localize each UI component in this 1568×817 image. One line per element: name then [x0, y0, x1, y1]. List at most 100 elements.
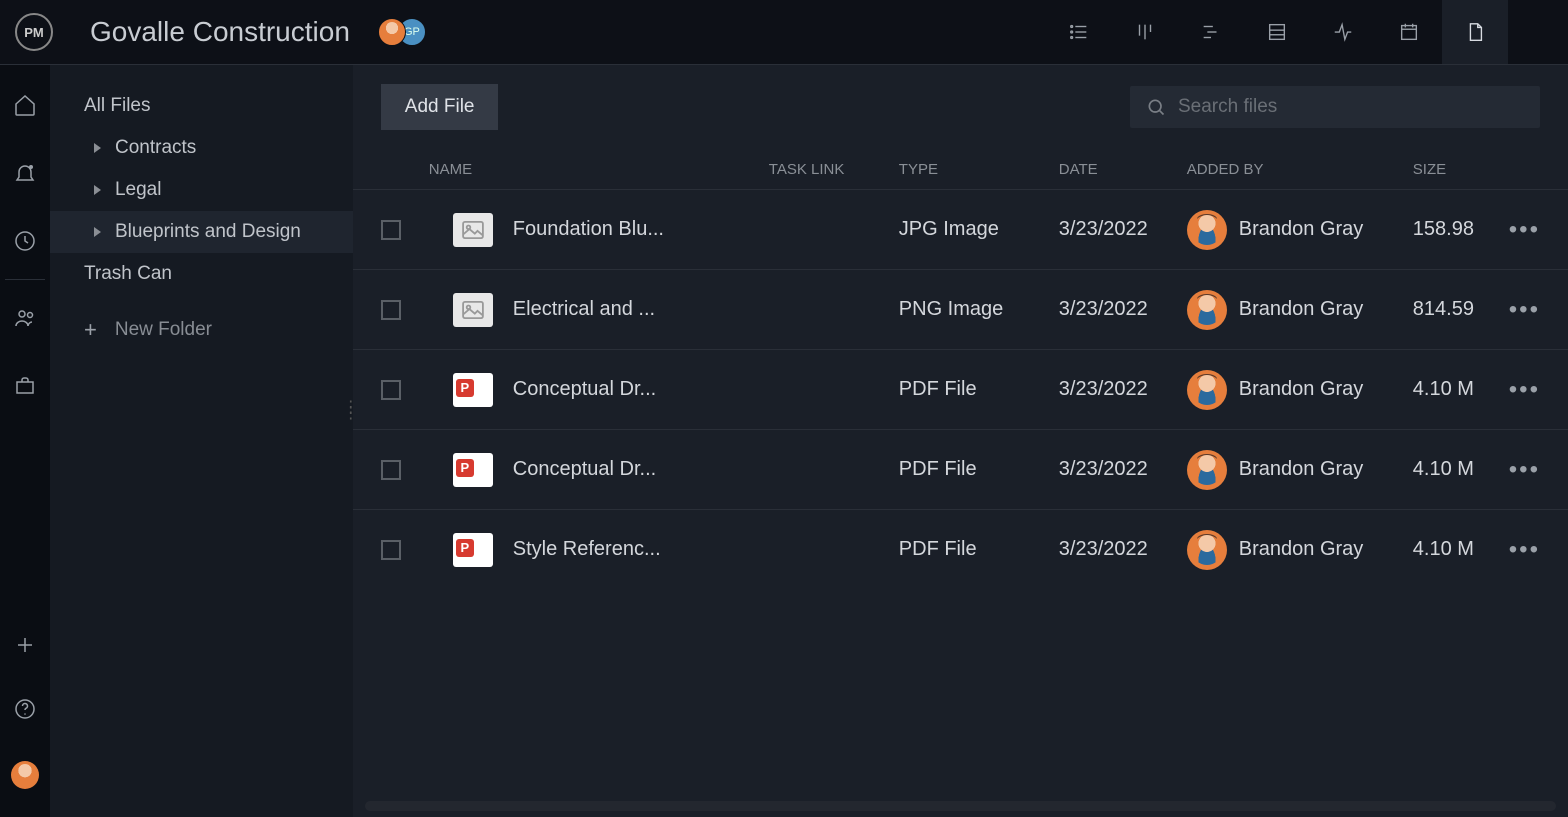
files-toolbar: Add File	[353, 65, 1568, 149]
col-task[interactable]: TASK LINK	[769, 161, 899, 178]
file-type: PDF File	[899, 458, 1059, 481]
tab-calendar[interactable]	[1376, 0, 1442, 64]
row-checkbox[interactable]	[381, 380, 401, 400]
calendar-icon	[1398, 21, 1420, 43]
table-row[interactable]: Electrical and ...PNG Image3/23/2022Bran…	[353, 269, 1568, 349]
file-icon	[1464, 21, 1486, 43]
pdf-file-icon	[453, 533, 493, 567]
clock-icon[interactable]	[13, 229, 37, 253]
user-avatar-icon	[1187, 210, 1227, 250]
file-added-by: Brandon Gray	[1187, 530, 1413, 570]
col-type[interactable]: TYPE	[899, 161, 1059, 178]
row-checkbox[interactable]	[381, 460, 401, 480]
folder-trash[interactable]: Trash Can	[50, 253, 353, 295]
col-added[interactable]: ADDED BY	[1187, 161, 1413, 178]
file-type: PNG Image	[899, 298, 1059, 321]
tab-files[interactable]	[1442, 0, 1508, 64]
activity-icon	[1332, 21, 1354, 43]
file-date: 3/23/2022	[1059, 458, 1187, 481]
row-checkbox[interactable]	[381, 220, 401, 240]
chevron-right-icon	[94, 143, 101, 153]
user-avatar-icon	[1187, 450, 1227, 490]
rail-separator	[5, 279, 45, 280]
folder-all-files[interactable]: All Files	[50, 85, 353, 127]
left-rail	[0, 65, 50, 817]
new-folder-button[interactable]: +New Folder	[50, 309, 353, 351]
row-more-icon[interactable]: •••	[1509, 456, 1540, 484]
file-added-by: Brandon Gray	[1187, 290, 1413, 330]
file-date: 3/23/2022	[1059, 298, 1187, 321]
help-icon[interactable]	[13, 697, 37, 721]
search-wrap[interactable]	[1130, 86, 1540, 128]
board-icon	[1134, 21, 1156, 43]
user-avatar-icon	[1187, 370, 1227, 410]
team-icon[interactable]	[13, 306, 37, 330]
row-more-icon[interactable]: •••	[1509, 536, 1540, 564]
tab-sheet[interactable]	[1244, 0, 1310, 64]
file-type: PDF File	[899, 538, 1059, 561]
logo-text: PM	[15, 13, 53, 51]
file-size: 4.10 M	[1413, 378, 1509, 401]
file-added-by: Brandon Gray	[1187, 450, 1413, 490]
image-file-icon	[453, 213, 493, 247]
folder-sidebar: All Files Contracts Legal Blueprints and…	[50, 65, 353, 817]
tab-gantt[interactable]	[1178, 0, 1244, 64]
home-icon[interactable]	[13, 93, 37, 117]
pdf-file-icon	[453, 453, 493, 487]
row-more-icon[interactable]: •••	[1509, 376, 1540, 404]
add-icon[interactable]	[13, 633, 37, 657]
project-members[interactable]: GP	[378, 18, 426, 46]
col-name[interactable]: NAME	[429, 161, 769, 178]
file-type: JPG Image	[899, 218, 1059, 241]
table-row[interactable]: Style Referenc... PDF File3/23/2022Brando…	[353, 509, 1568, 589]
project-title: Govalle Construction	[90, 16, 350, 48]
horizontal-scrollbar[interactable]	[365, 801, 1556, 811]
row-checkbox[interactable]	[381, 540, 401, 560]
image-file-icon	[453, 293, 493, 327]
table-row[interactable]: Foundation Blu... JPG Image3/23/2022Brand…	[353, 189, 1568, 269]
file-size: 4.10 M	[1413, 538, 1509, 561]
folder-contracts[interactable]: Contracts	[50, 127, 353, 169]
col-date[interactable]: DATE	[1059, 161, 1187, 178]
chevron-right-icon	[94, 227, 101, 237]
user-avatar-icon	[1187, 290, 1227, 330]
chevron-right-icon	[94, 185, 101, 195]
file-size: 4.10 M	[1413, 458, 1509, 481]
row-more-icon[interactable]: •••	[1509, 216, 1540, 244]
view-tabs	[1046, 0, 1508, 64]
list-icon	[1068, 21, 1090, 43]
file-name: Conceptual Dr...	[513, 458, 769, 481]
table-row[interactable]: Conceptual Dr... PDF File3/23/2022Brandon…	[353, 429, 1568, 509]
col-size[interactable]: SIZE	[1413, 161, 1509, 178]
file-date: 3/23/2022	[1059, 538, 1187, 561]
table-row[interactable]: Conceptual Dr... PDF File3/23/2022Brandon…	[353, 349, 1568, 429]
user-avatar-icon	[1187, 530, 1227, 570]
table-header: NAME TASK LINK TYPE DATE ADDED BY SIZE	[353, 149, 1568, 189]
file-date: 3/23/2022	[1059, 378, 1187, 401]
file-added-by: Brandon Gray	[1187, 210, 1413, 250]
folder-legal[interactable]: Legal	[50, 169, 353, 211]
row-more-icon[interactable]: •••	[1509, 296, 1540, 324]
file-type: PDF File	[899, 378, 1059, 401]
file-size: 158.98	[1413, 218, 1509, 241]
row-checkbox[interactable]	[381, 300, 401, 320]
bell-icon[interactable]	[13, 161, 37, 185]
member-avatar-icon	[378, 18, 406, 46]
tab-list[interactable]	[1046, 0, 1112, 64]
file-name: Style Referenc...	[513, 538, 769, 561]
briefcase-icon[interactable]	[13, 374, 37, 398]
file-name: Conceptual Dr...	[513, 378, 769, 401]
app-logo[interactable]: PM	[0, 13, 68, 51]
file-date: 3/23/2022	[1059, 218, 1187, 241]
folder-blueprints[interactable]: Blueprints and Design	[50, 211, 353, 253]
plus-icon: +	[84, 317, 97, 343]
file-size: 814.59	[1413, 298, 1509, 321]
tab-activity[interactable]	[1310, 0, 1376, 64]
add-file-button[interactable]: Add File	[381, 84, 499, 130]
file-added-by: Brandon Gray	[1187, 370, 1413, 410]
tab-board[interactable]	[1112, 0, 1178, 64]
file-name: Foundation Blu...	[513, 218, 769, 241]
sheet-icon	[1266, 21, 1288, 43]
search-input[interactable]	[1178, 96, 1524, 118]
user-avatar-icon[interactable]	[11, 761, 39, 789]
